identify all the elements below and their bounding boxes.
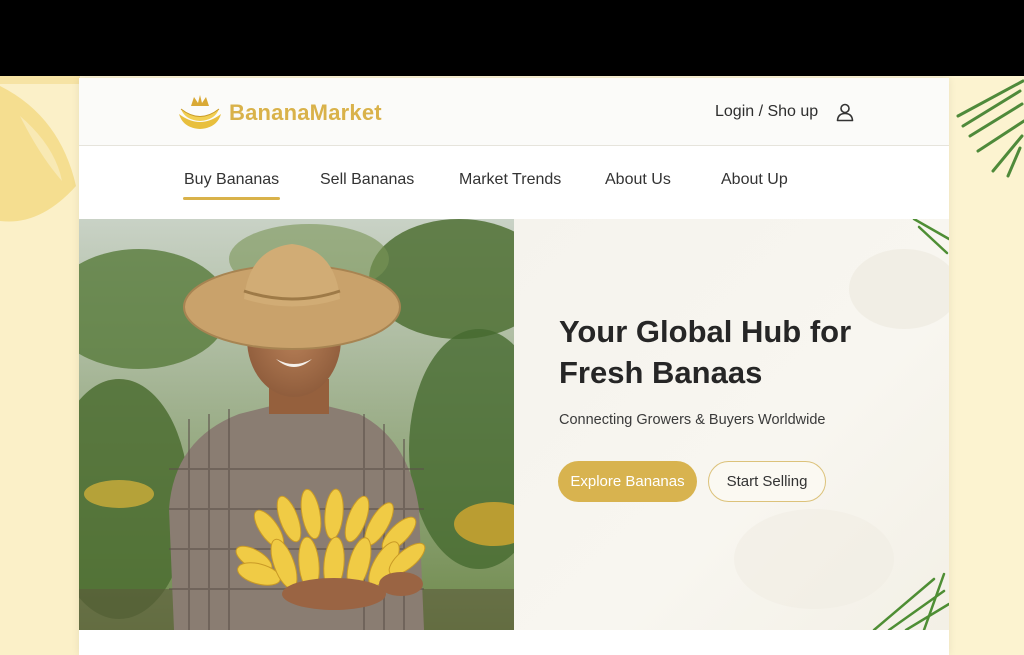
explore-bananas-button[interactable]: Explore Bananas xyxy=(558,461,697,502)
hero-section: Your Global Hub for Fresh Banaas Connect… xyxy=(79,219,949,630)
user-icon xyxy=(836,103,854,122)
nav-sell-bananas[interactable]: Sell Bananas xyxy=(320,171,414,189)
website-window: BananaMarket Login / Sho up Buy Bananas … xyxy=(79,78,949,655)
hero-title: Your Global Hub for Fresh Banaas xyxy=(559,314,852,390)
site-header: BananaMarket Login / Sho up xyxy=(79,78,949,146)
banana-crown-icon xyxy=(179,95,221,129)
nav-market-trends[interactable]: Market Trends xyxy=(459,171,561,189)
brand-name: BananaMarket xyxy=(229,100,382,125)
farmer-with-bananas-photo xyxy=(79,219,514,630)
start-selling-button[interactable]: Start Selling xyxy=(708,461,826,502)
background-banana-decoration xyxy=(0,76,80,655)
background-palm-leaf-decoration xyxy=(948,76,1024,655)
brand-logo[interactable]: BananaMarket xyxy=(177,94,382,132)
nav-about-up[interactable]: About Up xyxy=(721,171,788,189)
hero-text-panel: Your Global Hub for Fresh Banaas Connect… xyxy=(514,219,949,630)
nav-about-us[interactable]: About Us xyxy=(605,171,671,189)
hero-subtitle: Connecting Growers & Buyers Worldwide xyxy=(559,412,826,428)
page-content-below-hero xyxy=(79,630,949,655)
nav-buy-bananas[interactable]: Buy Bananas xyxy=(182,171,281,200)
top-black-bar xyxy=(0,0,1024,76)
login-signup-link[interactable]: Login / Sho up xyxy=(715,102,855,122)
login-label: Login / Sho up xyxy=(715,103,819,120)
main-navigation: Buy Bananas Sell Bananas Market Trends A… xyxy=(79,147,949,219)
